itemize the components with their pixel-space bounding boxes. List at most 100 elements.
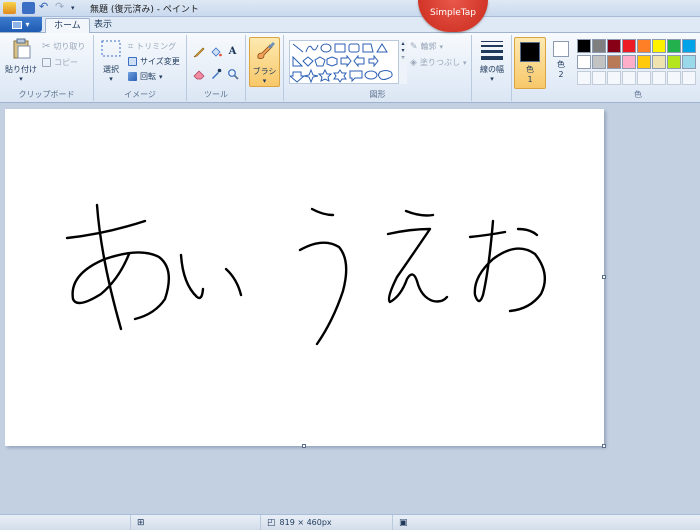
selection-size-icon: ⊞ [137,517,145,528]
status-empty [0,515,130,530]
magnifier-icon[interactable] [225,66,240,81]
size-dropdown-icon: ▾ [490,75,494,83]
resize-handle-bottom[interactable] [302,444,306,448]
custom-color-slot[interactable] [652,71,666,85]
crop-label: トリミング [136,42,177,51]
custom-color-slot[interactable] [622,71,636,85]
brush-button[interactable]: ブラシ ▾ [249,37,280,87]
title-bar: ↶ ↷ ▾ 無題 (復元済み) - ペイント [0,0,700,17]
palette-color-swatch[interactable] [682,55,696,69]
custom-color-slot[interactable] [607,71,621,85]
brush-dropdown-icon: ▾ [262,77,267,85]
color1-swatch [520,42,540,62]
palette-color-swatch[interactable] [622,39,636,53]
palette-color-swatch[interactable] [592,39,606,53]
paste-dropdown-icon: ▾ [19,75,23,83]
resize-button[interactable]: サイズ変更 [128,56,180,67]
palette-color-swatch[interactable] [637,55,651,69]
text-icon[interactable]: A [225,44,240,59]
tools-group: A ツール [187,35,246,101]
color-palette [577,39,700,87]
palette-color-swatch[interactable] [667,55,681,69]
brush-label: ブラシ [252,67,277,76]
shapes-group-label: 図形 [369,90,386,99]
customize-qat-icon[interactable]: ▾ [71,2,84,14]
undo-icon[interactable]: ↶ [39,1,52,14]
custom-color-slot[interactable] [637,71,651,85]
palette-color-swatch[interactable] [577,55,591,69]
canvas-size-text: 819 × 460px [279,518,332,527]
crop-icon: ⌗ [128,41,134,52]
status-canvas-size: ◰ 819 × 460px [260,515,392,530]
resize-handle-right[interactable] [602,275,606,279]
brush-group: ブラシ ▾ [246,35,284,101]
line-width-icon [481,41,503,60]
copy-icon [42,58,51,67]
color1-label: 色 [526,65,534,74]
canvas-size-icon: ◰ [267,517,276,528]
select-button[interactable]: 選択 ▾ [98,38,124,83]
resize-handle-corner[interactable] [602,444,606,448]
pencil-icon[interactable] [191,44,206,59]
rotate-button[interactable]: 回転 ▾ [128,71,163,82]
outline-icon: ✎ [410,41,418,52]
tools-group-label: ツール [204,90,228,99]
custom-color-slot[interactable] [667,71,681,85]
color-picker-icon[interactable] [208,66,223,81]
paint-app-icon[interactable] [3,2,16,14]
clipboard-group-label: クリップボード [18,90,75,99]
palette-color-swatch[interactable] [577,39,591,53]
crop-button[interactable]: ⌗ トリミング [128,41,176,52]
colors-group: 色 1 色 2 色 [512,35,700,101]
palette-color-swatch[interactable] [682,39,696,53]
palette-color-swatch[interactable] [637,39,651,53]
paste-label: 貼り付け [5,65,37,74]
shapes-group: ▴ ▾ ▿ ✎ 輪郭 ▾ ◈ 塗りつぶし ▾ 図形 [284,35,472,101]
ribbon-tab-bar: ▾ ホーム 表示 [0,17,700,33]
color2-button[interactable]: 色 2 [548,41,574,79]
copy-button[interactable]: コピー [42,57,78,68]
shapes-gallery-scroll[interactable]: ▴ ▾ ▿ [398,40,407,84]
status-file-size: ▣ [392,515,502,530]
select-dropdown-icon: ▾ [109,75,113,83]
file-menu-button[interactable]: ▾ [0,17,42,32]
rotate-icon [128,72,137,81]
palette-color-swatch[interactable] [667,39,681,53]
outline-button[interactable]: ✎ 輪郭 ▾ [410,41,443,52]
custom-color-slot[interactable] [592,71,606,85]
paste-button[interactable]: 貼り付け ▾ [4,38,38,83]
save-icon[interactable] [22,2,35,14]
custom-color-slot[interactable] [577,71,591,85]
palette-color-swatch[interactable] [592,55,606,69]
clipboard-group: 貼り付け ▾ ✂ 切り取り コピー クリップボード [0,35,94,101]
shapes-gallery[interactable] [288,40,401,84]
cut-button[interactable]: ✂ 切り取り [42,41,85,52]
redo-icon[interactable]: ↷ [55,1,68,14]
color1-button[interactable]: 色 1 [514,37,546,89]
eraser-icon[interactable] [191,66,206,81]
status-bar: ⊞ ◰ 819 × 460px ▣ [0,514,700,530]
canvas-area [0,104,700,514]
fill-label: 塗りつぶし [419,58,461,67]
color2-swatch [553,41,569,57]
drawing-canvas[interactable] [5,109,604,446]
fill-icon[interactable] [208,44,223,59]
color1-number: 1 [527,75,533,84]
size-button[interactable]: 線の幅 ▾ [475,38,509,83]
palette-color-swatch[interactable] [607,55,621,69]
palette-color-swatch[interactable] [607,39,621,53]
tab-home[interactable]: ホーム [45,18,90,33]
palette-color-swatch[interactable] [652,39,666,53]
paste-icon [13,38,31,59]
ribbon: 貼り付け ▾ ✂ 切り取り コピー クリップボード 選択 ▾ ⌗ トリミング サイズ… [0,33,700,103]
outline-label: 輪郭 [420,42,437,51]
size-group: 線の幅 ▾ [472,35,512,101]
cut-label: 切り取り [53,42,86,51]
custom-color-slot[interactable] [682,71,696,85]
palette-color-swatch[interactable] [652,55,666,69]
tab-view[interactable]: 表示 [86,18,120,33]
fill-button[interactable]: ◈ 塗りつぶし ▾ [410,57,467,68]
palette-color-swatch[interactable] [622,55,636,69]
image-group-label: イメージ [124,90,156,99]
rotate-dropdown-icon: ▾ [159,72,163,81]
